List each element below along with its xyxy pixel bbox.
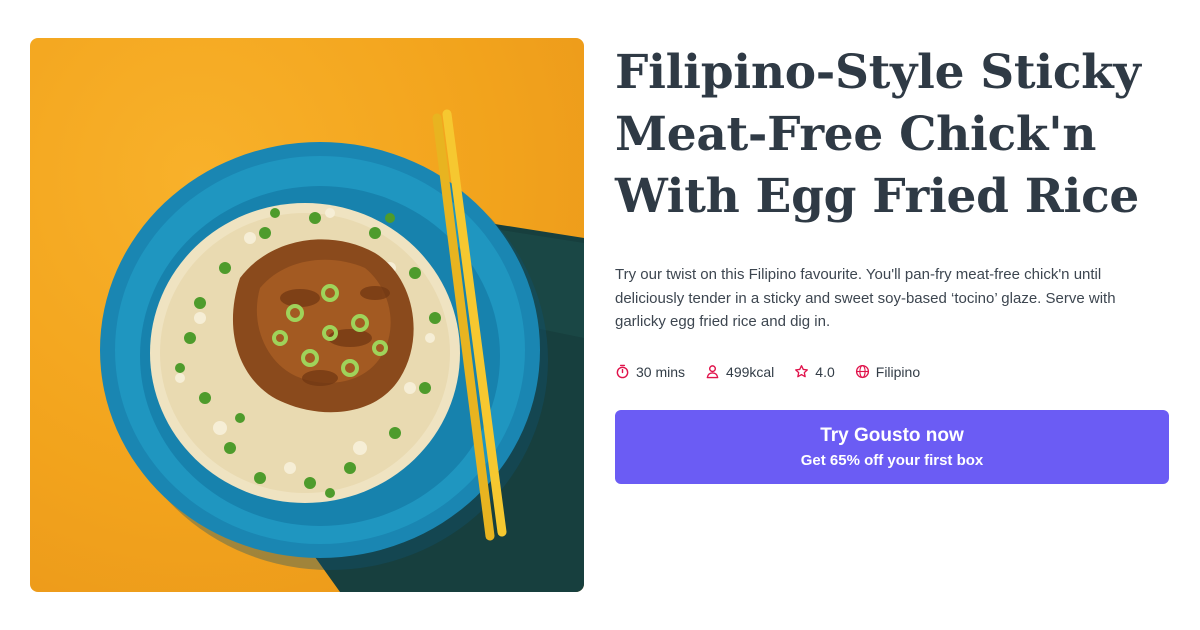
recipe-photo-illustration bbox=[100, 109, 584, 592]
recipe-description: Try our twist on this Filipino favourite… bbox=[615, 266, 1116, 330]
person-icon bbox=[706, 365, 719, 379]
meta-time: 30 mins bbox=[615, 364, 685, 380]
meta-time-label: 30 mins bbox=[636, 363, 686, 380]
cta-subtitle: Get 65% off your first box bbox=[800, 451, 984, 469]
meta-calories: 499kcal bbox=[705, 364, 774, 380]
star-icon bbox=[795, 365, 809, 378]
meta-rating: 4.0 bbox=[794, 363, 835, 380]
meta-rating-label: 4.0 bbox=[815, 363, 835, 380]
globe-icon bbox=[855, 364, 869, 379]
meta-cuisine-label: Filipino bbox=[875, 363, 921, 380]
recipe-meta: 30 mins 499kcal 4.0 Filipino bbox=[615, 364, 1175, 380]
meta-calories-label: 499kcal bbox=[726, 363, 775, 380]
meta-cuisine: Filipino bbox=[855, 364, 920, 380]
recipe-title: Filipino-Style Sticky Meat-Free Chick'n … bbox=[615, 45, 1141, 224]
recipe-content: Filipino-Style Sticky Meat-Free Chick'n … bbox=[615, 42, 1175, 380]
cta-title: Try Gousto now bbox=[820, 424, 964, 446]
try-gousto-button[interactable]: Try Gousto now Get 65% off your first bo… bbox=[615, 410, 1169, 484]
recipe-photo bbox=[30, 38, 584, 592]
timer-icon bbox=[616, 364, 629, 379]
